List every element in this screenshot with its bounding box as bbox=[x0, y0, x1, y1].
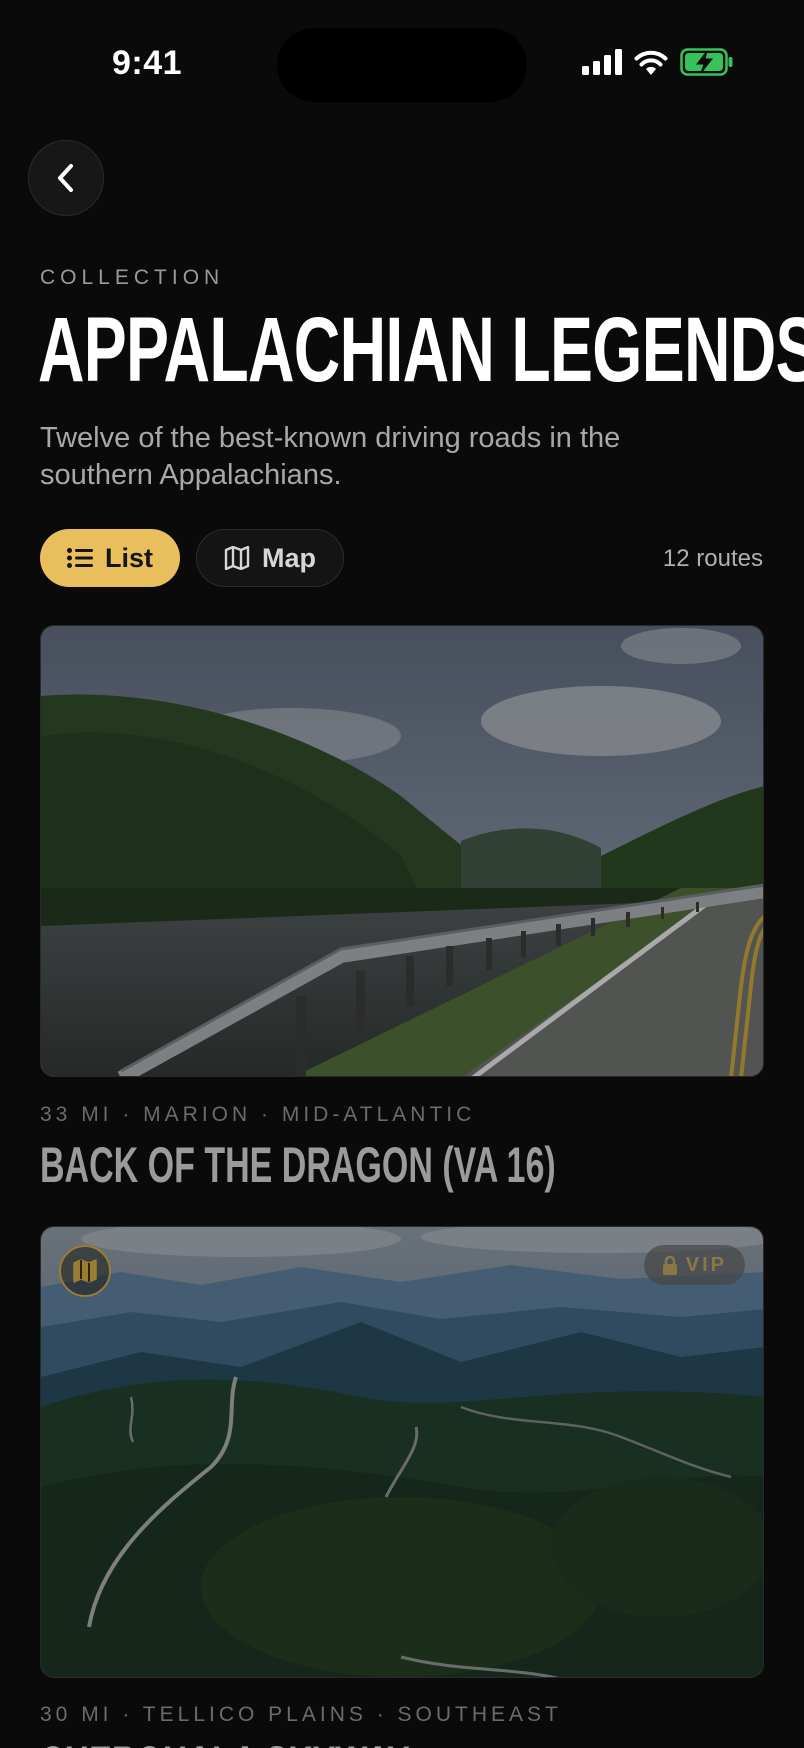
collection-screen: 9:41 COLLECTION APPALACHIAN LEGENDS Twel… bbox=[0, 0, 804, 1748]
route-title[interactable]: BACK OF THE DRAGON (VA 16) bbox=[40, 1136, 556, 1194]
cellular-signal-icon bbox=[582, 49, 622, 75]
route-meta: 33 MI · MARION · MID-ATLANTIC bbox=[40, 1103, 476, 1126]
route-count: 12 routes bbox=[662, 545, 763, 572]
map-icon bbox=[224, 546, 250, 570]
vip-badge: VIP bbox=[643, 1245, 745, 1285]
route-title[interactable]: CHEROHALA SKYWAY bbox=[40, 1735, 410, 1748]
page-title: APPALACHIAN LEGENDS bbox=[38, 299, 804, 401]
collection-eyebrow: COLLECTION bbox=[40, 266, 225, 289]
map-view-button[interactable]: Map bbox=[196, 529, 344, 587]
image-dim-overlay bbox=[41, 626, 763, 1076]
vip-label: VIP bbox=[685, 1253, 727, 1276]
list-view-label: List bbox=[104, 542, 153, 573]
list-icon bbox=[66, 548, 93, 568]
route-card-image[interactable]: VIP bbox=[40, 1226, 764, 1678]
dynamic-island bbox=[277, 28, 527, 102]
map-badge[interactable] bbox=[59, 1245, 111, 1297]
battery-charging-icon bbox=[680, 48, 733, 76]
wifi-icon bbox=[634, 50, 668, 75]
back-button[interactable] bbox=[28, 140, 104, 216]
route-card-image[interactable] bbox=[40, 625, 764, 1077]
map-icon bbox=[73, 1259, 97, 1283]
list-view-button[interactable]: List bbox=[40, 529, 180, 587]
page-subtitle: Twelve of the best-known driving roads i… bbox=[40, 422, 621, 491]
image-dim-overlay bbox=[41, 1227, 763, 1677]
status-time: 9:41 bbox=[112, 44, 183, 82]
map-view-label: Map bbox=[262, 542, 316, 573]
lock-icon bbox=[662, 1255, 677, 1275]
chevron-left-icon bbox=[58, 164, 73, 192]
status-icons bbox=[582, 48, 734, 76]
route-meta: 30 MI · TELLICO PLAINS · SOUTHEAST bbox=[40, 1703, 562, 1726]
